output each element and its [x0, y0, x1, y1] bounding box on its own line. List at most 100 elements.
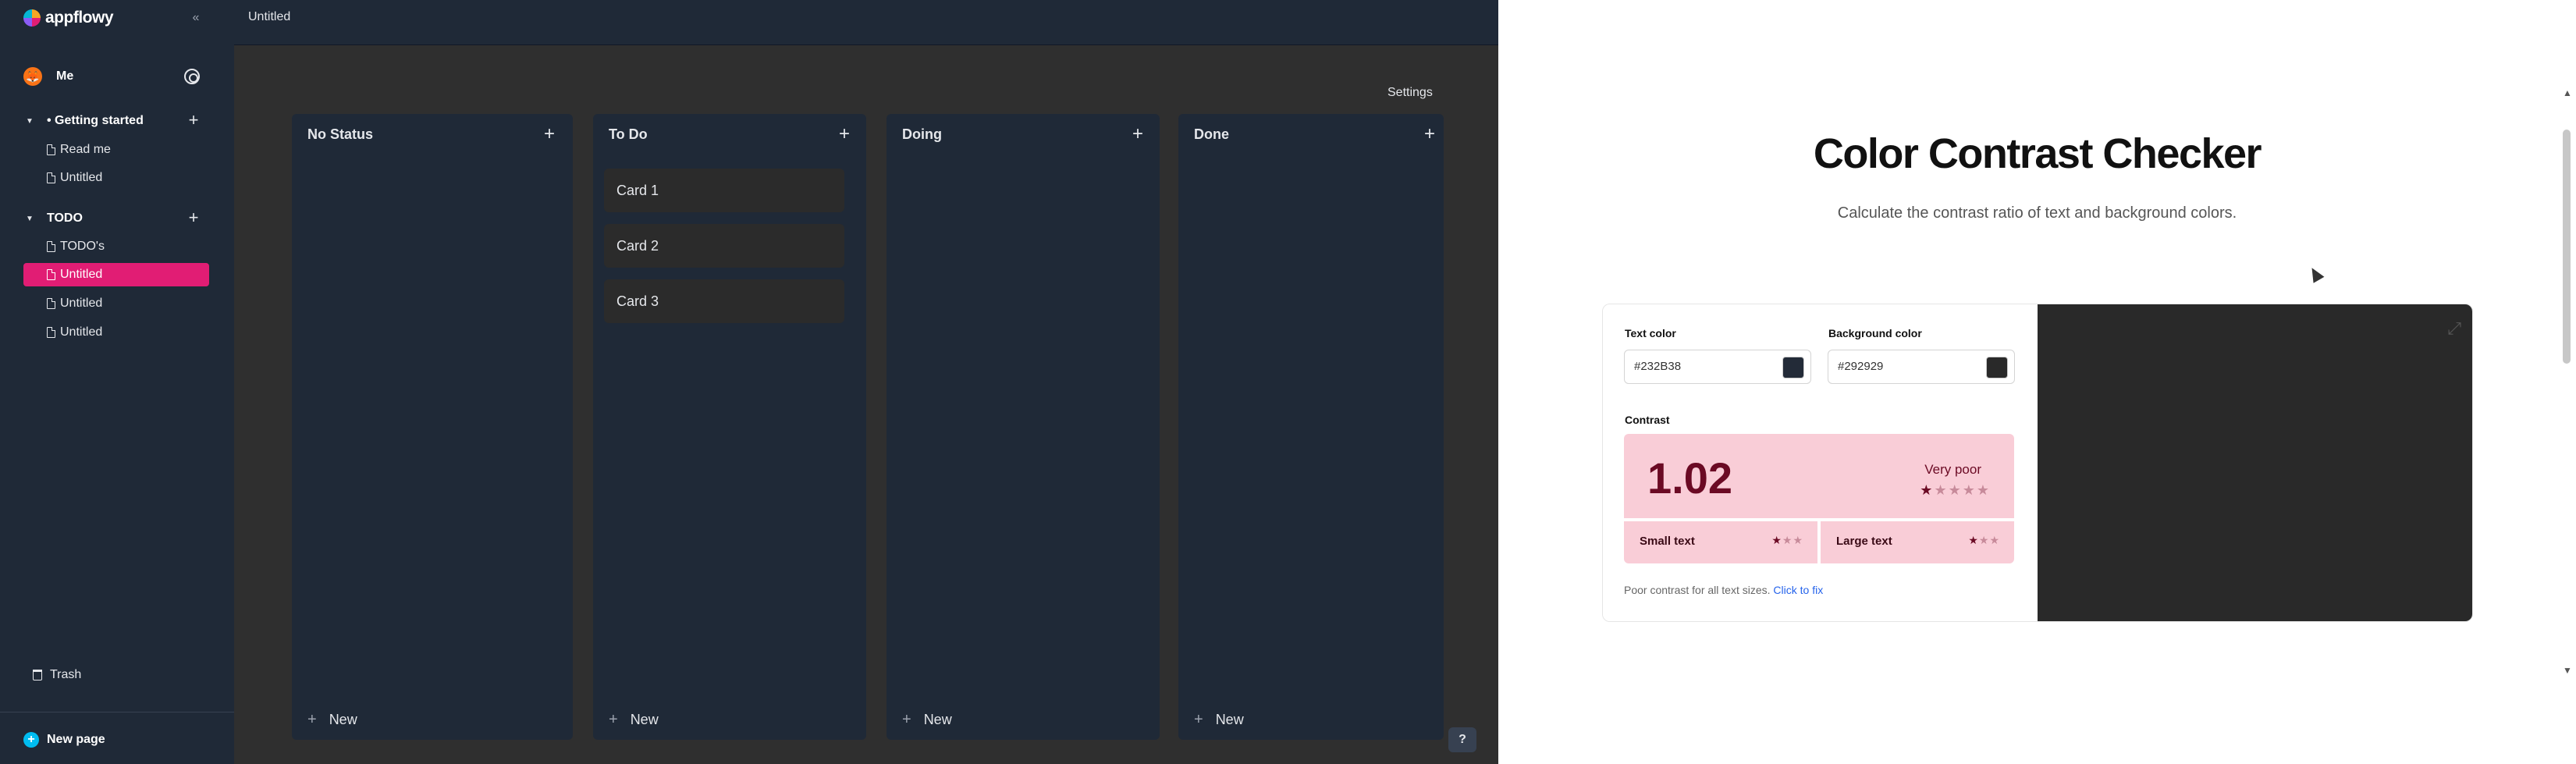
brand-name: appflowy [45, 9, 114, 27]
rating-stars: ★★★★★ [1920, 482, 1991, 499]
scroll-up-arrow-icon[interactable]: ▲ [2563, 87, 2572, 98]
trash-label: Trash [50, 668, 82, 681]
avatar: 🦊 [23, 67, 42, 86]
add-card-button[interactable]: + [835, 123, 854, 145]
column-title: Done [1194, 126, 1229, 142]
board-card[interactable]: Card 1 [604, 169, 844, 212]
large-text-label: Large text [1836, 535, 1892, 548]
user-row[interactable]: 🦊 Me [23, 64, 203, 89]
sidebar-item-untitled[interactable]: Untitled [23, 292, 209, 315]
sidebar-item-label: Untitled [60, 268, 103, 281]
expand-icon[interactable]: ⤢ [2447, 318, 2461, 339]
background-color-input[interactable]: #292929 [1828, 350, 2015, 384]
appflowy-window: appflowy « 🦊 Me ▼ • Getting started + Re… [0, 0, 1498, 764]
add-card-button[interactable]: + [540, 123, 559, 145]
click-to-fix-link[interactable]: Click to fix [1773, 584, 1823, 596]
collapse-sidebar-icon[interactable]: « [187, 9, 204, 27]
star-empty-icon: ★ [1948, 482, 1963, 498]
star-empty-icon: ★ [1782, 534, 1793, 546]
sidebar-item-untitled[interactable]: Untitled [23, 321, 209, 344]
new-card-button[interactable]: + New [609, 711, 659, 729]
new-card-label: New [923, 712, 952, 727]
page-title: Color Contrast Checker [1813, 130, 2262, 177]
caret-down-icon[interactable]: ▼ [23, 215, 36, 223]
appflowy-logo[interactable]: appflowy [23, 8, 114, 28]
small-text-label: Small text [1640, 535, 1695, 548]
background-color-value: #292929 [1838, 360, 1884, 373]
document-icon [47, 144, 55, 155]
document-icon [47, 269, 55, 280]
section-getting-started[interactable]: ▼ • Getting started + [23, 110, 211, 132]
board-card[interactable]: Card 2 [604, 224, 844, 268]
board-column-to-do: To Do + Card 1 Card 2 Card 3 + New [593, 114, 866, 740]
column-title: Doing [902, 126, 942, 142]
sidebar-item-label: Untitled [60, 297, 103, 310]
board-settings-button[interactable]: Settings [1387, 86, 1433, 100]
page-subtitle: Calculate the contrast ratio of text and… [1837, 204, 2237, 222]
help-button[interactable]: ? [1448, 727, 1476, 752]
scrollbar-thumb[interactable] [2563, 130, 2571, 364]
text-color-swatch[interactable] [1782, 357, 1804, 378]
scroll-down-arrow-icon[interactable]: ▼ [2563, 665, 2572, 676]
background-color-swatch[interactable] [1986, 357, 2008, 378]
sidebar-item-untitled[interactable]: Untitled [23, 166, 209, 190]
contrast-note: Poor contrast for all text sizes. Click … [1624, 584, 1823, 596]
add-page-button[interactable]: + [183, 208, 204, 229]
new-card-label: New [329, 712, 357, 727]
background-color-label: Background color [1828, 327, 1922, 339]
board-card[interactable]: Card 3 [604, 279, 844, 323]
plus-icon: + [902, 711, 911, 728]
document-icon [47, 241, 55, 252]
document-icon [47, 298, 55, 309]
star-filled-icon: ★ [1920, 482, 1935, 498]
board-view: Untitled Settings No Status + + New To D… [234, 0, 1498, 764]
color-preview: ⤢ [2038, 304, 2472, 621]
appflowy-logo-icon [23, 9, 41, 27]
sidebar-item-read-me[interactable]: Read me [23, 138, 209, 162]
contrast-ratio: 1.02 [1647, 453, 1732, 503]
sidebar-item-untitled-active[interactable]: Untitled [23, 263, 209, 286]
board-column-no-status: No Status + + New [292, 114, 573, 740]
contrast-label: Contrast [1625, 414, 1670, 426]
star-empty-icon: ★ [1793, 534, 1803, 546]
user-name: Me [56, 69, 74, 83]
top-bar: Untitled [234, 0, 1498, 45]
contrast-rating: Very poor [1924, 462, 1981, 477]
sidebar-item-label: TODO's [60, 240, 105, 253]
sidebar-item-label: Untitled [60, 171, 103, 184]
text-color-input[interactable]: #232B38 [1624, 350, 1811, 384]
settings-button[interactable] [179, 64, 204, 89]
new-card-button[interactable]: + New [1194, 711, 1244, 729]
star-filled-icon: ★ [1968, 534, 1979, 546]
add-card-button[interactable]: + [1128, 123, 1147, 145]
trash-icon [33, 670, 42, 680]
gear-icon [184, 69, 200, 84]
add-card-button[interactable]: + [1420, 123, 1439, 145]
large-text-stars: ★★★ [1968, 534, 2000, 547]
small-text-stars: ★★★ [1771, 534, 1803, 547]
contrast-result-box: 1.02 Very poor ★★★★★ [1624, 434, 2014, 518]
plus-icon: + [609, 711, 618, 728]
contrast-checker-page: Color Contrast Checker Calculate the con… [1498, 0, 2576, 764]
new-card-button[interactable]: + New [902, 711, 952, 729]
star-empty-icon: ★ [1934, 482, 1949, 498]
new-card-label: New [1215, 712, 1244, 727]
sidebar-item-label: Untitled [60, 325, 103, 339]
caret-down-icon[interactable]: ▼ [23, 117, 36, 126]
new-card-button[interactable]: + New [307, 711, 357, 729]
star-empty-icon: ★ [1962, 482, 1977, 498]
plus-icon: + [307, 711, 317, 728]
new-page-label: New page [47, 733, 105, 746]
sidebar: appflowy « 🦊 Me ▼ • Getting started + Re… [0, 0, 234, 764]
section-label: TODO [47, 211, 83, 225]
add-page-button[interactable]: + [183, 110, 204, 132]
sidebar-item-todos[interactable]: TODO's [23, 235, 209, 258]
small-text-rating: Small text ★★★ [1624, 521, 1817, 563]
star-filled-icon: ★ [1771, 534, 1782, 546]
plus-icon: + [1194, 711, 1203, 728]
section-todo[interactable]: ▼ TODO + [23, 208, 211, 229]
page-title: Untitled [248, 10, 291, 23]
trash-button[interactable]: Trash [33, 668, 81, 682]
new-page-button[interactable]: + New page [23, 732, 105, 748]
text-color-value: #232B38 [1634, 360, 1682, 373]
